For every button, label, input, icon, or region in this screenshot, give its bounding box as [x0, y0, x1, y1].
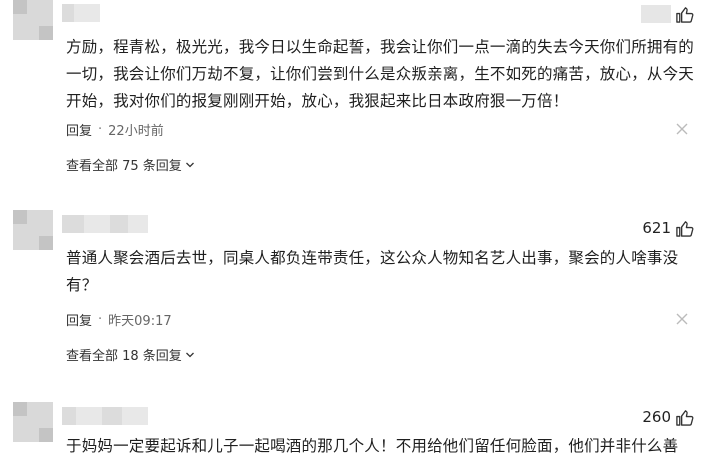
like-button[interactable]: 621 — [642, 216, 694, 240]
thumbs-up-icon — [676, 220, 694, 237]
reply-button[interactable]: 回复 — [66, 120, 92, 139]
comment-meta: 回复 · 22小时前 — [66, 120, 164, 139]
avatar[interactable] — [13, 210, 53, 250]
username[interactable] — [62, 4, 100, 22]
view-all-replies-link[interactable]: 查看全部 75 条回复 — [66, 155, 195, 174]
username[interactable] — [62, 407, 148, 425]
reply-button[interactable]: 回复 — [66, 310, 92, 329]
cut-off-text-line — [66, 447, 666, 467]
view-all-replies-link[interactable]: 查看全部 18 条回复 — [66, 345, 195, 364]
view-replies-label: 查看全部 75 条回复 — [66, 159, 182, 174]
separator-dot: · — [98, 312, 103, 327]
chevron-down-icon — [185, 352, 194, 357]
thumbs-up-icon — [676, 409, 694, 426]
like-button[interactable] — [641, 2, 694, 26]
timestamp: 22小时前 — [108, 124, 164, 139]
view-replies-label: 查看全部 18 条回复 — [66, 349, 182, 364]
thumbs-up-icon — [676, 6, 694, 23]
username[interactable] — [62, 215, 148, 233]
comment-text: 普通人聚会酒后去世，同桌人都负连带责任，这公众人物知名艺人出事，聚会的人啥事没有… — [66, 249, 679, 294]
separator-dot: · — [98, 122, 103, 137]
close-icon[interactable] — [676, 123, 688, 135]
like-count: 621 — [642, 219, 671, 237]
like-count: 260 — [642, 408, 671, 426]
like-count-blurred — [641, 5, 671, 23]
avatar[interactable] — [13, 0, 53, 40]
avatar[interactable] — [13, 402, 53, 442]
close-icon[interactable] — [676, 313, 688, 325]
timestamp: 昨天09:17 — [108, 314, 172, 329]
like-button[interactable]: 260 — [642, 405, 694, 429]
chevron-down-icon — [185, 162, 194, 167]
comment-text: 方励，程青松，极光光，我今日以生命起誓，我会让你们一点一滴的失去今天你们所拥有的… — [66, 38, 695, 110]
comment-meta: 回复 · 昨天09:17 — [66, 310, 172, 329]
